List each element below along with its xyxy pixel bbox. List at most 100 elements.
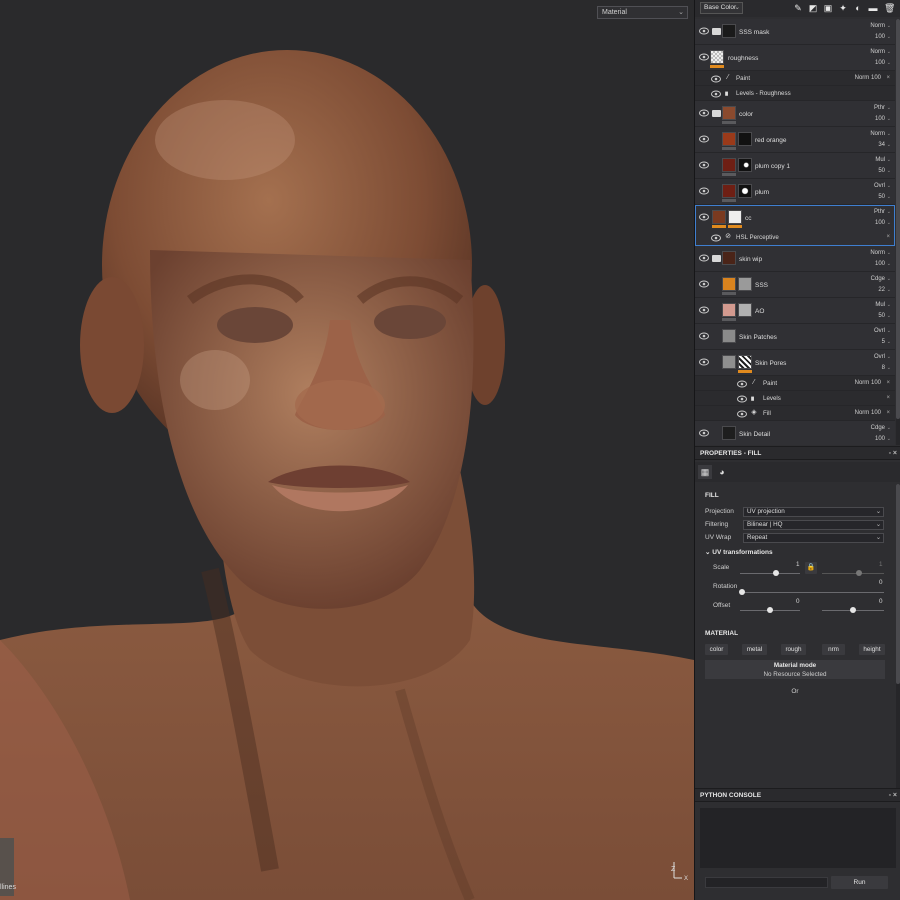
close-icon[interactable]: × <box>886 75 890 81</box>
eye-icon[interactable] <box>699 332 709 340</box>
scale-slider-knob[interactable] <box>773 570 779 576</box>
layer-opacity[interactable]: 100 <box>875 116 885 122</box>
uv-transformations-toggle[interactable]: ⌄ UV transformations <box>705 548 773 556</box>
layer-row-plum[interactable]: plum Ovrl 50 ⌄ ⌄ <box>695 179 895 205</box>
layer-row-skin-pores[interactable]: Skin Pores Ovrl 8 ⌄ ⌄ <box>695 350 895 376</box>
offset-v-value[interactable]: 0 <box>879 598 883 605</box>
eye-icon[interactable] <box>711 234 721 242</box>
panel-options-icon[interactable]: ▫ × <box>888 789 897 802</box>
layer-row-sss[interactable]: SSS Cdge 22 ⌄ ⌄ <box>695 272 895 298</box>
layer-opacity[interactable]: 50 <box>878 194 885 200</box>
rotation-slider[interactable] <box>740 592 884 593</box>
tab-material-icon[interactable]: ◕ <box>715 465 729 479</box>
add-mask-icon[interactable]: ◐ <box>853 3 863 13</box>
delete-icon[interactable]: 🗑 <box>884 3 895 13</box>
scrollbar-thumb[interactable] <box>896 484 900 684</box>
eye-icon[interactable] <box>737 410 747 418</box>
eye-icon[interactable] <box>711 90 721 98</box>
material-channel-rough[interactable]: rough <box>781 644 806 655</box>
sublayer-row-paint[interactable]: ⁄ Paint Norm 100 × <box>695 71 895 86</box>
sublayer-row-paint[interactable]: ⁄ Paint Norm 100 × <box>695 376 895 391</box>
layer-opacity[interactable]: 100 <box>875 220 885 226</box>
layer-row-cc[interactable]: cc Pthr 100 ⌄ ⌄ ⊘ HSL Perceptive × <box>695 205 895 246</box>
rotation-slider-knob[interactable] <box>739 589 745 595</box>
close-icon[interactable]: × <box>886 395 890 401</box>
eye-icon[interactable] <box>699 213 709 221</box>
layer-blend-mode[interactable]: Pthr <box>874 209 885 215</box>
layer-blend-mode[interactable]: Mul <box>875 157 885 163</box>
eye-icon[interactable] <box>699 27 709 35</box>
panel-options-icon[interactable]: ▫ × <box>888 447 897 460</box>
close-icon[interactable]: × <box>886 380 890 386</box>
lock-icon[interactable]: 🔒 <box>805 562 817 574</box>
layer-scrollbar[interactable] <box>896 19 900 445</box>
sublayer-blend[interactable]: Norm 100 <box>855 380 881 386</box>
sublayer-blend[interactable]: Norm 100 <box>855 410 881 416</box>
3d-viewport[interactable]: Material ⌄ llines Z X <box>0 0 694 900</box>
layer-blend-mode[interactable]: Cdge <box>871 276 885 282</box>
eye-icon[interactable] <box>699 187 709 195</box>
layer-opacity[interactable]: 100 <box>875 261 885 267</box>
python-console-output[interactable] <box>700 808 896 868</box>
sublayer-row-fill[interactable]: ◈ Fill Norm 100 × <box>695 406 895 421</box>
material-channel-nrm[interactable]: nrm <box>822 644 845 655</box>
offset-u-value[interactable]: 0 <box>796 598 800 605</box>
layer-stack[interactable]: SSS mask Norm 100 ⌄ ⌄ roughness Norm 100… <box>695 19 895 445</box>
layer-opacity[interactable]: 22 <box>878 287 885 293</box>
add-effect-icon[interactable]: ✦ <box>838 3 848 13</box>
eye-icon[interactable] <box>699 358 709 366</box>
layer-blend-mode[interactable]: Norm <box>870 23 885 29</box>
eye-icon[interactable] <box>699 109 709 117</box>
layer-row-skin-wip[interactable]: skin wip Norm 100 ⌄ ⌄ <box>695 246 895 272</box>
layer-blend-mode[interactable]: Ovrl <box>874 183 885 189</box>
sublayer-row-levels-roughness[interactable]: ▖ Levels - Roughness <box>695 86 895 101</box>
layer-opacity[interactable]: 50 <box>878 313 885 319</box>
filtering-select[interactable]: Bilinear | HQ ⌄ <box>743 520 884 530</box>
scale-slider[interactable] <box>740 573 800 574</box>
projection-select[interactable]: UV projection ⌄ <box>743 507 884 517</box>
eye-icon[interactable] <box>699 135 709 143</box>
scale-value[interactable]: 1 <box>796 561 800 568</box>
eye-icon[interactable] <box>699 280 709 288</box>
close-icon[interactable]: × <box>886 410 890 416</box>
add-folder-icon[interactable]: ▬ <box>868 3 878 13</box>
layer-opacity[interactable]: 100 <box>875 34 885 40</box>
layer-opacity[interactable]: 50 <box>878 168 885 174</box>
eye-icon[interactable] <box>699 429 709 437</box>
eye-icon[interactable] <box>737 380 747 388</box>
material-mode-slot[interactable]: Material mode No Resource Selected <box>705 660 885 679</box>
layer-blend-mode[interactable]: Pthr <box>874 105 885 111</box>
layer-opacity[interactable]: 5 <box>882 339 885 345</box>
offset-u-slider-knob[interactable] <box>767 607 773 613</box>
properties-scrollbar[interactable] <box>896 484 900 788</box>
eye-icon[interactable] <box>737 395 747 403</box>
run-button[interactable]: Run <box>831 876 888 889</box>
layer-opacity[interactable]: 100 <box>875 60 885 66</box>
layer-blend-mode[interactable]: Ovrl <box>874 328 885 334</box>
material-channel-color[interactable]: color <box>705 644 728 655</box>
eye-icon[interactable] <box>699 306 709 314</box>
sublayer-row-levels[interactable]: ▖ Levels × <box>695 391 895 406</box>
python-console-input[interactable] <box>705 877 828 888</box>
layer-row-skin-patches[interactable]: Skin Patches Ovrl 5 ⌄ ⌄ <box>695 324 895 350</box>
eye-icon[interactable] <box>699 53 709 61</box>
eye-icon[interactable] <box>699 161 709 169</box>
layer-opacity[interactable]: 100 <box>875 436 885 442</box>
layer-blend-mode[interactable]: Ovrl <box>874 354 885 360</box>
add-fill-layer-icon[interactable]: ◩ <box>808 3 818 13</box>
layer-row-ao[interactable]: AO Mul 50 ⌄ ⌄ <box>695 298 895 324</box>
brush-icon[interactable]: ✎ <box>793 3 803 13</box>
layer-opacity[interactable]: 34 <box>878 142 885 148</box>
channel-dropdown[interactable]: Base Color ⌄ <box>700 2 743 14</box>
layer-blend-mode[interactable]: Norm <box>870 250 885 256</box>
layer-row-plum-copy-1[interactable]: plum copy 1 Mul 50 ⌄ ⌄ <box>695 153 895 179</box>
layer-row-roughness[interactable]: roughness Norm 100 ⌄ ⌄ <box>695 45 895 71</box>
layer-blend-mode[interactable]: Norm <box>870 131 885 137</box>
eye-icon[interactable] <box>711 75 721 83</box>
layer-blend-mode[interactable]: Norm <box>870 49 885 55</box>
layer-blend-mode[interactable]: Cdge <box>871 425 885 431</box>
uvwrap-select[interactable]: Repeat ⌄ <box>743 533 884 543</box>
scrollbar-thumb[interactable] <box>896 19 900 419</box>
offset-v-slider-knob[interactable] <box>850 607 856 613</box>
material-channel-height[interactable]: height <box>859 644 885 655</box>
